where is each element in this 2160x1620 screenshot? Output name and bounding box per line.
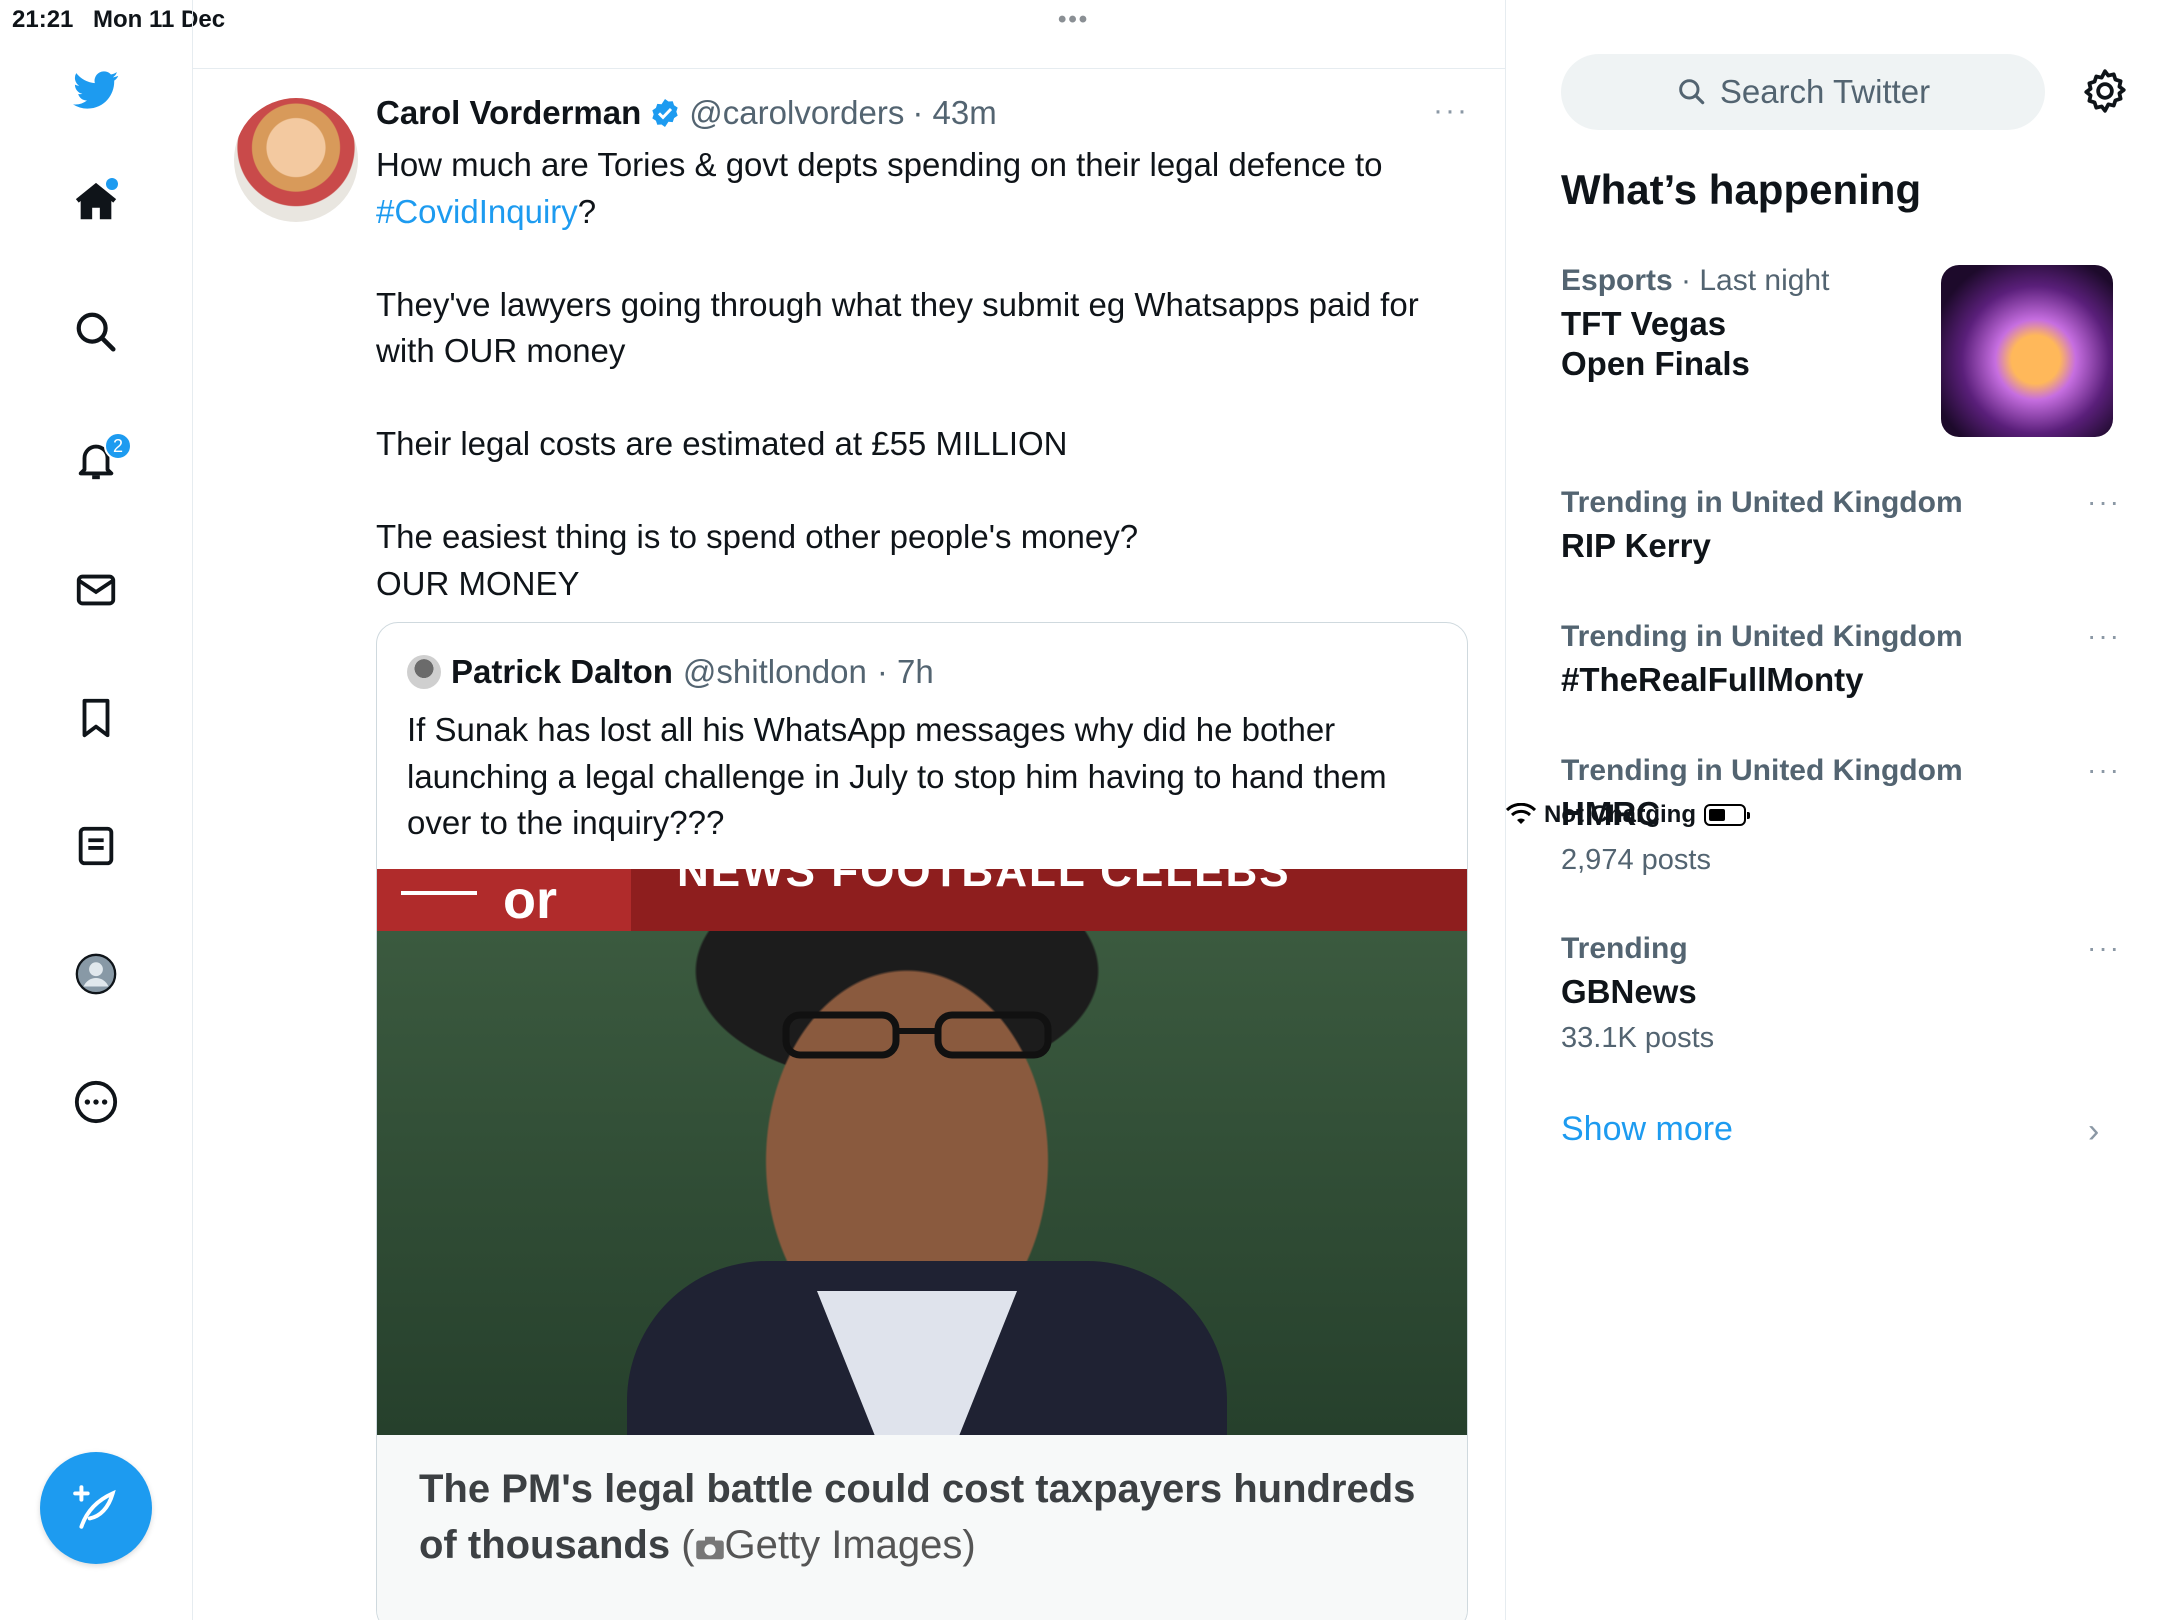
trend-more-button[interactable]: ··· — [2087, 486, 2121, 518]
trend-post-count: 2,974 posts — [1561, 844, 1711, 876]
tweet-line: OUR MONEY — [376, 564, 580, 602]
trend-item[interactable]: Trending in United Kingdom RIP Kerry ··· — [1561, 486, 2121, 566]
more-icon — [74, 1080, 118, 1124]
notification-badge: 2 — [104, 432, 132, 460]
tweet-more-button[interactable]: ··· — [1433, 94, 1469, 128]
tweet-punct: ? — [577, 192, 597, 230]
link-card-caption[interactable]: The PM's legal battle could cost taxpaye… — [377, 1435, 1467, 1620]
mail-icon — [76, 574, 116, 606]
trend-post-count: 33.1K posts — [1561, 1022, 1715, 1054]
profile-icon — [75, 953, 117, 995]
search-placeholder: Search Twitter — [1719, 73, 1931, 110]
trend-thumbnail-image[interactable] — [1941, 265, 2113, 437]
glasses-shape — [782, 1011, 1052, 1059]
trend-item[interactable]: Trending in United Kingdom HMRC 2,974 po… — [1561, 754, 2121, 877]
compose-feather-icon — [73, 1485, 116, 1529]
quote-author-handle: @shitlondon — [682, 653, 867, 690]
author-avatar[interactable] — [234, 98, 358, 222]
quote-text: If Sunak has lost all his WhatsApp messa… — [407, 707, 1447, 847]
settings-gear-icon[interactable] — [2080, 66, 2130, 116]
quote-author-name: Patrick Dalton — [451, 653, 673, 690]
search-icon — [76, 312, 116, 352]
lists-icon — [78, 826, 114, 866]
nav-home[interactable] — [66, 172, 126, 232]
tweet-line: How much are Tories & govt depts spendin… — [376, 146, 1383, 183]
right-sidebar: Search Twitter What’s happening Esports … — [1506, 0, 2160, 1620]
media-site-banner: or NEWS FOOTBALL CELEBS — [377, 869, 1467, 931]
site-nav-text: NEWS FOOTBALL CELEBS — [677, 869, 1291, 896]
camera-icon — [695, 1536, 724, 1560]
quote-line: launching a legal challenge in July to s… — [407, 757, 1387, 795]
search-input[interactable]: Search Twitter — [1561, 54, 2045, 130]
portrait-photo — [377, 931, 1467, 1435]
bookmark-icon — [82, 698, 110, 738]
show-more-link[interactable]: Show more — [1561, 1110, 1733, 1149]
nav-notifications[interactable]: 2 — [66, 430, 132, 490]
quoted-tweet-card[interactable]: Patrick Dalton @shitlondon · 7h If Sunak… — [376, 622, 1468, 1620]
twitter-logo-icon[interactable] — [66, 60, 126, 120]
site-logo: or — [377, 869, 631, 931]
nav-lists[interactable] — [66, 816, 126, 876]
tweet-line: #CovidInquiry? — [376, 189, 1476, 236]
search-icon — [1679, 79, 1705, 105]
tweet-line: The easiest thing is to spend other peop… — [376, 518, 1139, 555]
nav-bookmarks[interactable] — [66, 688, 126, 748]
tweet-text: How much are Tories & govt depts spendin… — [376, 142, 1476, 607]
left-nav: 2 — [0, 0, 193, 1620]
nav-explore[interactable] — [66, 302, 126, 362]
tweet-line: They've lawyers going through what they … — [376, 285, 1419, 323]
caption-line: of thousands (Getty Images) — [419, 1523, 976, 1567]
nav-profile[interactable] — [66, 944, 126, 1004]
tweet-line: with OUR money — [376, 332, 626, 369]
timeline-column: Carol Vorderman @carolvorders · 43m ··· … — [193, 0, 1506, 1620]
verified-badge-icon — [652, 99, 678, 127]
chevron-right-icon: › — [2088, 1112, 2100, 1150]
trend-item[interactable]: Trending GBNews 33.1K posts ··· — [1561, 932, 2121, 1055]
author-handle[interactable]: @carolvorders — [689, 94, 904, 132]
quote-media-image[interactable]: or NEWS FOOTBALL CELEBS — [377, 869, 1467, 1435]
quote-author-avatar — [407, 655, 441, 689]
quote-header: Patrick Dalton @shitlondon · 7h — [407, 653, 934, 691]
twitter-bird-icon — [73, 71, 119, 109]
header-divider — [193, 68, 1506, 69]
hashtag-link[interactable]: #CovidInquiry — [376, 193, 578, 230]
home-new-dot — [106, 178, 118, 190]
whats-happening-heading: What’s happening — [1561, 166, 1922, 213]
tweet-time[interactable]: · 43m — [912, 94, 996, 132]
trend-meta: Trending in United Kingdom — [1561, 754, 1963, 787]
quote-line: over to the inquiry??? — [407, 804, 725, 841]
quote-time: · 7h — [876, 653, 934, 690]
caption-line: The PM's legal battle could cost taxpaye… — [419, 1467, 1416, 1511]
trend-title: RIP Kerry — [1561, 527, 1711, 564]
nav-messages[interactable] — [66, 560, 126, 620]
tweet-line: Their legal costs are estimated at £55 M… — [376, 425, 1068, 462]
author-name[interactable]: Carol Vorderman — [376, 94, 641, 132]
quote-line: If Sunak has lost all his WhatsApp messa… — [407, 711, 1336, 748]
trend-meta: Trending in United Kingdom — [1561, 486, 1963, 519]
trend-more-button[interactable]: ··· — [2087, 620, 2121, 652]
tweet-header: Carol Vorderman @carolvorders · 43m — [376, 94, 997, 132]
trend-title: HMRC — [1561, 795, 1660, 832]
trend-more-button[interactable]: ··· — [2087, 754, 2121, 786]
trend-title: GBNews — [1561, 973, 1697, 1010]
compose-tweet-button[interactable] — [40, 1452, 152, 1564]
trend-more-button[interactable]: ··· — [2087, 932, 2121, 964]
nav-more[interactable] — [66, 1072, 126, 1132]
trend-title: #TheRealFullMonty — [1561, 661, 1864, 698]
menu-lines-icon — [401, 891, 477, 895]
trend-meta: Trending in United Kingdom — [1561, 620, 1963, 653]
trend-item[interactable]: Trending in United Kingdom #TheRealFullM… — [1561, 620, 2121, 700]
trend-meta: Trending — [1561, 932, 1688, 965]
